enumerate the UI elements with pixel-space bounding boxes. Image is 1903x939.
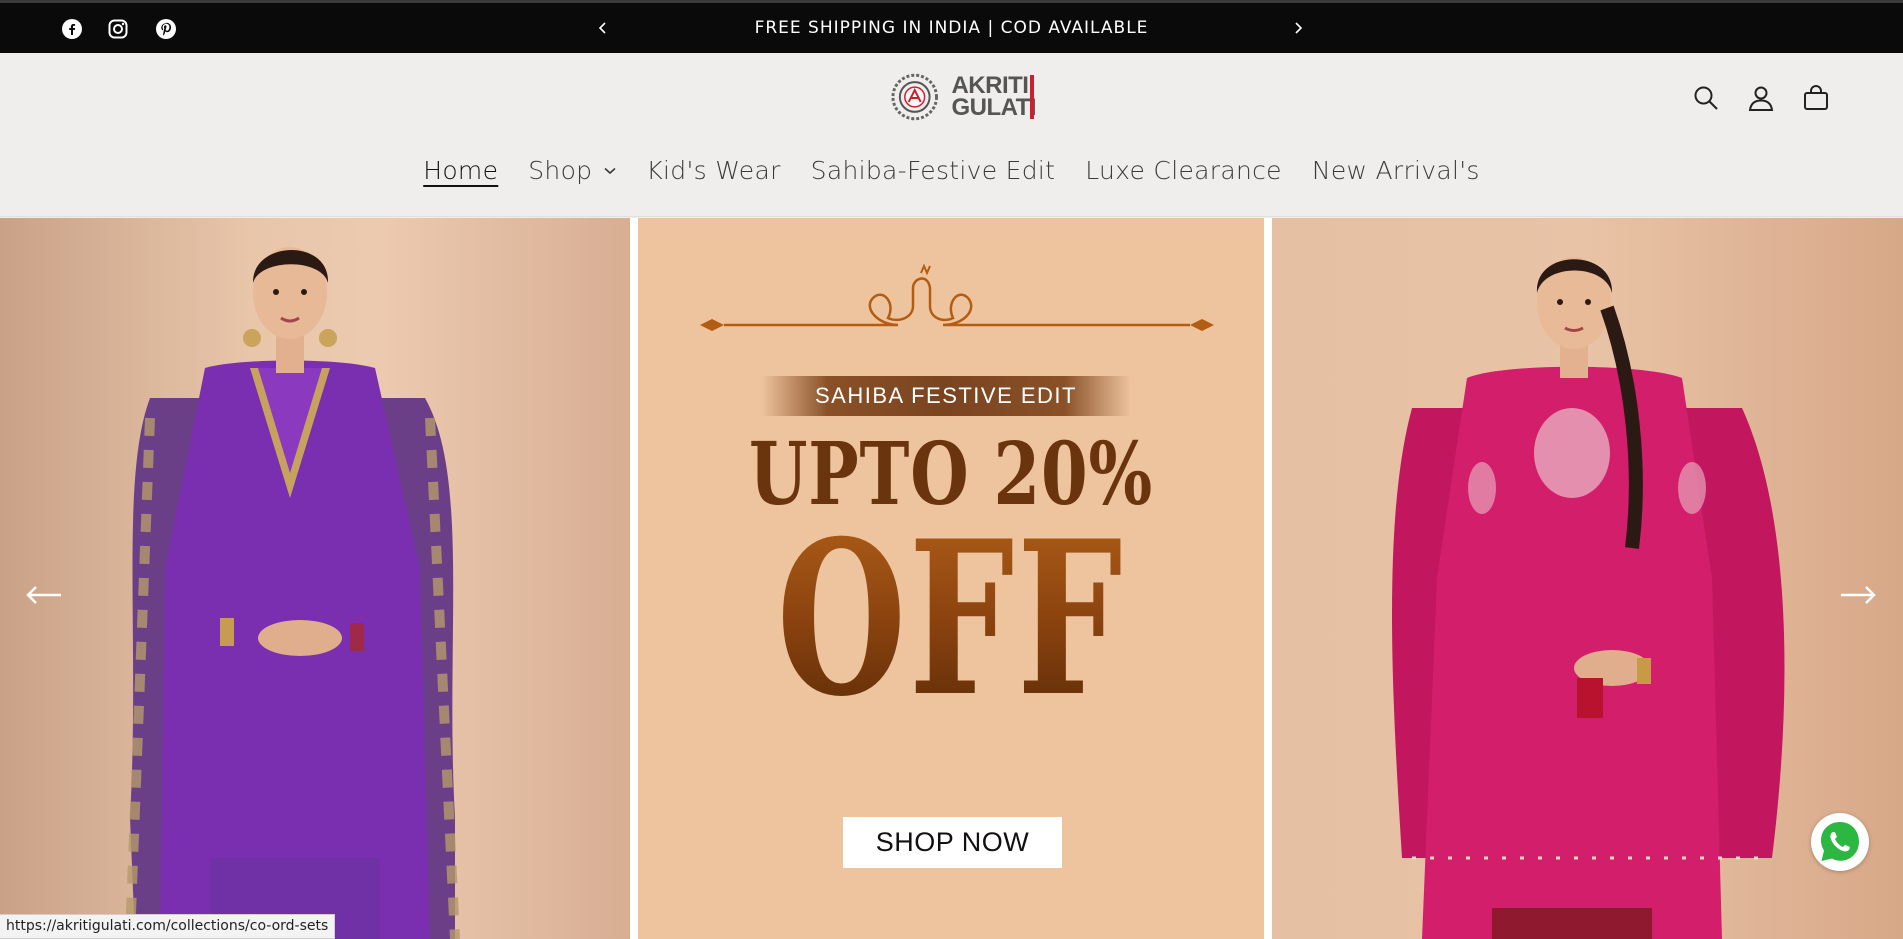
nav-item-home[interactable]: Home [408,149,513,193]
promo-banner[interactable]: SAHIBA FESTIVE EDIT UPTO 20% OFF SHOP NO… [638,218,1264,939]
nav-label: Luxe Clearance [1085,156,1282,185]
banner-offer: OFF [732,504,1170,734]
cart-icon[interactable] [1799,81,1833,115]
brand-logo[interactable]: AKRITI GULATI [886,69,1036,125]
account-icon[interactable] [1744,81,1778,115]
nav-label: Shop [528,156,593,185]
browser-status-url: https://akritigulati.com/collections/co-… [0,914,336,939]
slideshow-prev-button[interactable] [24,580,64,610]
logo-line-2: GULATI [951,94,1036,121]
nav-label: Sahiba-Festive Edit [810,156,1056,185]
hero-slideshow[interactable]: SAHIBA FESTIVE EDIT UPTO 20% OFF SHOP NO… [0,218,1903,939]
slideshow-next-button[interactable] [1838,580,1878,610]
main-nav: Home Shop Kid's Wear Sahiba-Festive Edit… [0,149,1903,193]
announcement-bar: FREE SHIPPING IN INDIA | COD AVAILABLE [0,3,1903,53]
banner-tag: SAHIBA FESTIVE EDIT [761,376,1131,416]
shop-now-button[interactable]: SHOP NOW [843,817,1062,868]
nav-label: New Arrival's [1311,156,1480,185]
logo-emblem-icon [891,73,939,121]
nav-item-sahiba-festive-edit[interactable]: Sahiba-Festive Edit [796,149,1071,193]
logo-red-bar [1030,75,1034,119]
nav-item-kids-wear[interactable]: Kid's Wear [631,149,795,193]
whatsapp-icon [1815,817,1865,867]
announcement-next-button[interactable] [1287,17,1309,39]
hero-model-image-left[interactable] [0,218,630,939]
nav-label: Kid's Wear [646,156,781,185]
nav-label: Home [423,156,499,185]
site-header: AKRITI GULATI Home Shop Kid's Wear Sahib… [0,53,1903,217]
nav-item-luxe-clearance[interactable]: Luxe Clearance [1070,149,1297,193]
search-icon[interactable] [1689,81,1723,115]
whatsapp-chat-button[interactable] [1811,813,1869,871]
chevron-down-icon [604,167,616,175]
announcement-text: FREE SHIPPING IN INDIA | COD AVAILABLE [754,18,1149,38]
logo-wordmark: AKRITI GULATI [951,74,1036,121]
nav-item-shop[interactable]: Shop [513,149,631,193]
nav-item-new-arrivals[interactable]: New Arrival's [1297,149,1495,193]
ornament-divider-icon [700,263,1214,331]
hero-model-image-right[interactable] [1272,218,1903,939]
